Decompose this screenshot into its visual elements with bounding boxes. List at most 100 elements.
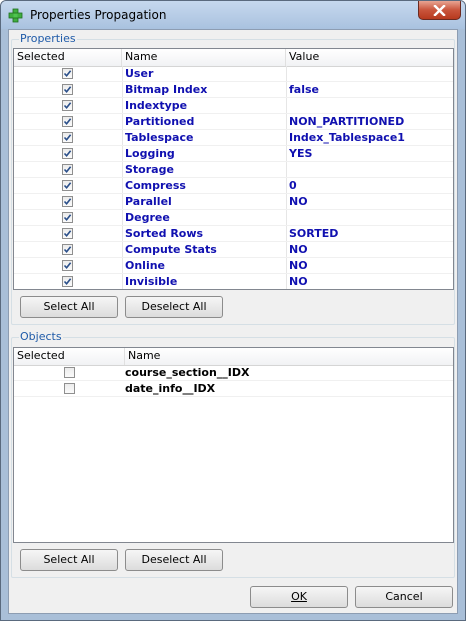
property-row[interactable]: Invisible NO (14, 274, 453, 289)
title-bar[interactable]: Properties Propagation (1, 1, 465, 29)
property-name: Partitioned (125, 115, 195, 128)
checkmark-icon (63, 246, 72, 254)
property-row[interactable]: Partitioned NON_PARTITIONED (14, 114, 453, 130)
property-value[interactable]: NO (286, 194, 308, 210)
column-header-name[interactable]: Name (122, 49, 286, 66)
checkmark-icon (63, 198, 72, 206)
checkmark-icon (63, 182, 72, 190)
property-row[interactable]: Compress 0 (14, 178, 453, 194)
property-name: Logging (125, 147, 175, 160)
checkbox-unchecked[interactable] (64, 367, 75, 378)
objects-grid-header: Selected Name (14, 348, 453, 366)
properties-grid-header: Selected Name Value (14, 49, 453, 67)
cancel-button[interactable]: Cancel (355, 586, 453, 608)
property-value[interactable] (286, 98, 289, 114)
checkmark-icon (63, 70, 72, 78)
property-row[interactable]: Tablespace Index_Tablespace1 (14, 130, 453, 146)
checkbox-checked[interactable] (62, 244, 73, 255)
checkmark-icon (63, 102, 72, 110)
property-value[interactable] (286, 210, 289, 226)
property-name: Sorted Rows (125, 227, 204, 240)
objects-group-label: Objects (19, 330, 63, 343)
property-value[interactable] (286, 66, 289, 82)
close-icon (433, 5, 446, 16)
checkbox-checked[interactable] (62, 116, 73, 127)
property-name: User (125, 67, 154, 80)
property-value[interactable]: Index_Tablespace1 (286, 130, 405, 146)
property-name: Indextype (125, 99, 188, 112)
objects-select-all-button[interactable]: Select All (20, 549, 118, 571)
checkmark-icon (63, 118, 72, 126)
property-row[interactable]: Parallel NO (14, 194, 453, 210)
checkbox-checked[interactable] (62, 276, 73, 287)
checkmark-icon (63, 134, 72, 142)
property-row[interactable]: Degree (14, 210, 453, 226)
property-row[interactable]: Bitmap Index false (14, 82, 453, 98)
dialog-client-area: Properties Selected Name Value User Bitma… (8, 29, 458, 614)
checkbox-checked[interactable] (62, 228, 73, 239)
property-name: Degree (125, 211, 170, 224)
checkmark-icon (63, 150, 72, 158)
property-name: Parallel (125, 195, 172, 208)
checkbox-checked[interactable] (62, 100, 73, 111)
checkbox-checked[interactable] (62, 68, 73, 79)
property-name: Bitmap Index (125, 83, 208, 96)
property-row[interactable]: Sorted Rows SORTED (14, 226, 453, 242)
checkbox-unchecked[interactable] (64, 383, 75, 394)
property-value[interactable]: 0 (286, 178, 297, 194)
column-header-selected[interactable]: Selected (14, 348, 125, 365)
green-cross-icon (8, 8, 23, 23)
property-row[interactable]: Compute Stats NO (14, 242, 453, 258)
checkbox-checked[interactable] (62, 180, 73, 191)
object-row[interactable]: course_section__IDX (14, 365, 453, 381)
checkmark-icon (63, 262, 72, 270)
checkmark-icon (63, 230, 72, 238)
properties-group-label: Properties (19, 32, 77, 45)
property-value[interactable]: SORTED (286, 226, 338, 242)
object-row[interactable]: date_info__IDX (14, 381, 453, 397)
window-title: Properties Propagation (30, 8, 167, 22)
checkbox-checked[interactable] (62, 84, 73, 95)
checkbox-checked[interactable] (62, 196, 73, 207)
checkbox-checked[interactable] (62, 132, 73, 143)
ok-button-label: OK (291, 590, 307, 603)
property-value[interactable]: NO (286, 242, 308, 258)
column-header-value[interactable]: Value (286, 49, 453, 66)
checkbox-checked[interactable] (62, 260, 73, 271)
object-name: date_info__IDX (125, 382, 216, 395)
property-row[interactable]: Logging YES (14, 146, 453, 162)
property-value[interactable]: YES (286, 146, 312, 162)
checkmark-icon (63, 278, 72, 286)
properties-grid[interactable]: Selected Name Value User Bitmap Index fals… (13, 48, 454, 290)
checkbox-checked[interactable] (62, 164, 73, 175)
property-value[interactable]: NO (286, 258, 308, 274)
properties-propagation-window: Properties Propagation Properties Select… (0, 0, 466, 621)
checkmark-icon (63, 86, 72, 94)
column-header-selected[interactable]: Selected (14, 49, 122, 66)
checkbox-checked[interactable] (62, 212, 73, 223)
property-row[interactable]: Online NO (14, 258, 453, 274)
checkmark-icon (63, 166, 72, 174)
property-name: Invisible (125, 275, 178, 288)
property-name: Compute Stats (125, 243, 217, 256)
checkbox-checked[interactable] (62, 148, 73, 159)
properties-deselect-all-button[interactable]: Deselect All (125, 296, 223, 318)
property-value[interactable]: false (286, 82, 319, 98)
property-row[interactable]: User (14, 66, 453, 82)
property-name: Online (125, 259, 166, 272)
objects-deselect-all-button[interactable]: Deselect All (125, 549, 223, 571)
property-row[interactable]: Storage (14, 162, 453, 178)
property-row[interactable]: Indextype (14, 98, 453, 114)
ok-button[interactable]: OK (250, 586, 348, 608)
objects-grid[interactable]: Selected Name course_section__IDX date_in… (13, 347, 454, 543)
property-value[interactable] (286, 162, 289, 178)
close-button[interactable] (418, 1, 461, 20)
object-name: course_section__IDX (125, 366, 250, 379)
property-value[interactable]: NON_PARTITIONED (286, 114, 404, 130)
column-header-name[interactable]: Name (125, 348, 453, 365)
properties-select-all-button[interactable]: Select All (20, 296, 118, 318)
checkmark-icon (63, 214, 72, 222)
cancel-button-label: Cancel (385, 590, 423, 603)
property-value[interactable]: NO (286, 274, 308, 289)
property-name: Storage (125, 163, 174, 176)
